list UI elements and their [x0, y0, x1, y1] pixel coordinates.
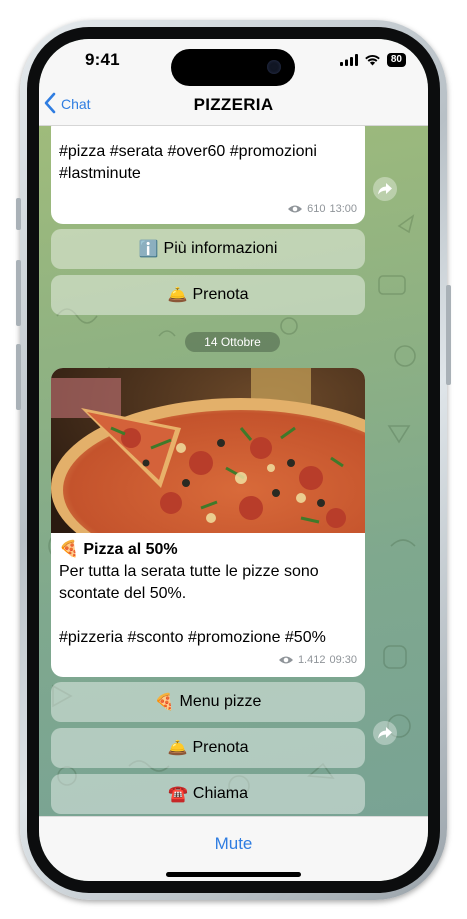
- inline-button-menu[interactable]: 🍕 Menu pizze: [51, 682, 365, 722]
- nav-bar: Chat PIZZERIA: [39, 87, 428, 126]
- message-text-line: #pizza #serata #over60 #promozioni: [59, 143, 317, 160]
- forward-icon: [378, 183, 392, 195]
- message-text-line: #lastminute: [59, 165, 141, 182]
- chat-area[interactable]: #pizza #serata #over60 #promozioni #last…: [39, 126, 428, 816]
- inline-button-book[interactable]: 🛎️ Prenota: [51, 275, 365, 315]
- date-separator: 14 Ottobre: [185, 332, 280, 352]
- share-button[interactable]: [373, 721, 397, 745]
- eye-icon: [288, 205, 303, 213]
- pizza-image: [51, 368, 365, 533]
- message-text-line: scontate del 50%.: [59, 585, 187, 602]
- inline-button-label: Prenota: [192, 739, 249, 756]
- inline-button-book[interactable]: 🛎️ Prenota: [51, 728, 365, 768]
- bell-icon: 🛎️: [167, 740, 188, 757]
- message-time: 09:30: [329, 654, 357, 666]
- message-bubble[interactable]: 🍕 Pizza al 50% Per tutta la serata tutte…: [51, 368, 365, 677]
- share-button[interactable]: [373, 177, 397, 201]
- inline-button-label: Più informazioni: [163, 240, 278, 257]
- battery-indicator: 80: [386, 53, 406, 67]
- status-icons: 80: [339, 53, 406, 67]
- chat-title: PIZZERIA: [193, 95, 274, 114]
- message-hashtags[interactable]: #pizzeria #sconto #promozione #50%: [59, 627, 326, 649]
- status-time: 9:41: [85, 50, 120, 69]
- cellular-signal-icon: [339, 54, 358, 66]
- inline-button-label: Chiama: [192, 785, 249, 802]
- message-bubble[interactable]: #pizza #serata #over60 #promozioni #last…: [51, 126, 365, 224]
- view-count: 1.412: [297, 654, 326, 666]
- volume-down-button: [16, 344, 21, 410]
- volume-up-button: [16, 260, 21, 326]
- status-bar: 9:41 80: [39, 39, 428, 87]
- info-icon: ℹ️: [138, 241, 159, 258]
- forward-icon: [378, 727, 392, 739]
- bell-icon: 🛎️: [167, 287, 188, 304]
- action-button: [16, 198, 21, 230]
- mute-button[interactable]: Mute: [39, 834, 428, 854]
- camera-icon: [267, 60, 281, 74]
- wifi-icon: [365, 55, 380, 66]
- message-text: #pizza #serata #over60 #promozioni #last…: [51, 141, 325, 185]
- message-text-line: Per tutta la serata tutte le pizze sono: [59, 563, 319, 580]
- power-button: [446, 285, 451, 385]
- inline-button-call[interactable]: ☎️ Chiama: [51, 774, 365, 814]
- screen: 9:41 80 Chat PIZZERIA #pizza #serata #ov…: [39, 39, 428, 881]
- dynamic-island: [171, 49, 295, 86]
- inline-button-label: Prenota: [192, 286, 249, 303]
- pizza-icon: 🍕: [154, 694, 175, 711]
- message-text: 🍕 Pizza al 50% Per tutta la serata tutte…: [51, 539, 334, 649]
- message-heading-text: Pizza al 50%: [83, 541, 178, 558]
- pizza-icon: 🍕: [59, 541, 79, 558]
- bottom-bar: Mute: [39, 816, 428, 881]
- message-time: 13:00: [329, 203, 357, 215]
- message-meta: 1.412 09:30: [278, 654, 357, 666]
- message-heading: 🍕 Pizza al 50%: [59, 539, 326, 561]
- inline-button-more-info[interactable]: ℹ️ Più informazioni: [51, 229, 365, 269]
- eye-icon: [278, 656, 293, 664]
- view-count: 610: [307, 203, 326, 215]
- inline-button-label: Menu pizze: [179, 693, 262, 710]
- home-indicator[interactable]: [166, 872, 301, 877]
- message-meta: 610 13:00: [287, 203, 357, 215]
- pizza-photo[interactable]: [51, 368, 365, 533]
- phone-icon: ☎️: [167, 786, 188, 803]
